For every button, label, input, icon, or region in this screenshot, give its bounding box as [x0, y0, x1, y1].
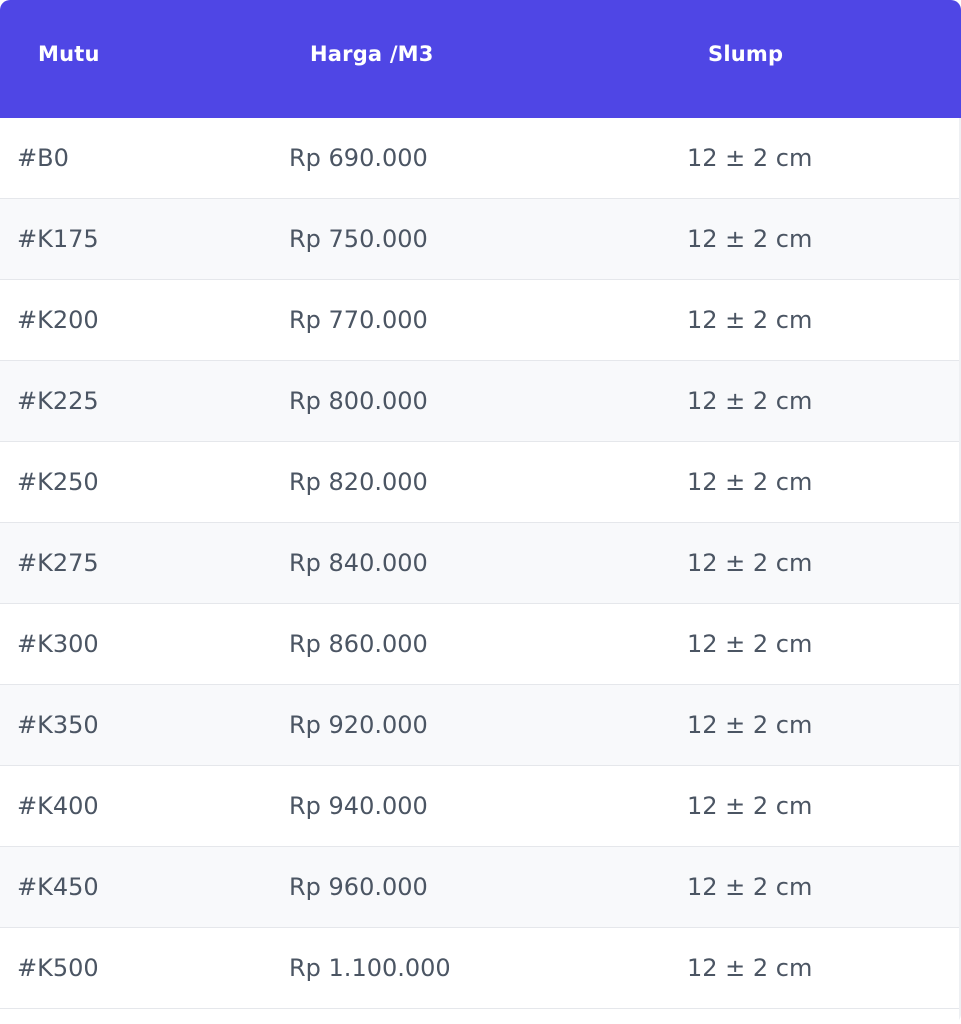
cell-mutu: #K400	[17, 792, 99, 820]
table-row: #K450 Rp 960.000 12 ± 2 cm	[0, 847, 961, 928]
table-row: #K500 Rp 1.100.000 12 ± 2 cm	[0, 928, 961, 1009]
table-row: #K350 Rp 920.000 12 ± 2 cm	[0, 685, 961, 766]
cell-slump: 12 ± 2 cm	[687, 549, 813, 577]
table-row: #K175 Rp 750.000 12 ± 2 cm	[0, 199, 961, 280]
cell-mutu: #K250	[17, 468, 99, 496]
cell-slump: 12 ± 2 cm	[687, 387, 813, 415]
cell-harga: Rp 770.000	[289, 306, 428, 334]
cell-slump: 12 ± 2 cm	[687, 306, 813, 334]
cell-mutu: #K500	[17, 954, 99, 982]
cell-mutu: #K350	[17, 711, 99, 739]
table-header: Mutu Harga /M3 Slump	[0, 0, 961, 118]
cell-mutu: #K225	[17, 387, 99, 415]
cell-harga: Rp 1.100.000	[289, 954, 451, 982]
table-row: #K200 Rp 770.000 12 ± 2 cm	[0, 280, 961, 361]
cell-mutu: #K175	[17, 225, 99, 253]
cell-harga: Rp 920.000	[289, 711, 428, 739]
cell-slump: 12 ± 2 cm	[687, 954, 813, 982]
cell-mutu: #K450	[17, 873, 99, 901]
cell-slump: 12 ± 2 cm	[687, 792, 813, 820]
cell-slump: 12 ± 2 cm	[687, 711, 813, 739]
cell-harga: Rp 750.000	[289, 225, 428, 253]
cell-harga: Rp 820.000	[289, 468, 428, 496]
cell-mutu: #K300	[17, 630, 99, 658]
cell-harga: Rp 940.000	[289, 792, 428, 820]
table-row: #B0 Rp 690.000 12 ± 2 cm	[0, 118, 961, 199]
cell-harga: Rp 800.000	[289, 387, 428, 415]
header-harga: Harga /M3	[310, 42, 434, 66]
cell-mutu: #K200	[17, 306, 99, 334]
cell-slump: 12 ± 2 cm	[687, 144, 813, 172]
cell-harga: Rp 690.000	[289, 144, 428, 172]
table-row: #K275 Rp 840.000 12 ± 2 cm	[0, 523, 961, 604]
header-mutu: Mutu	[38, 42, 100, 66]
cell-slump: 12 ± 2 cm	[687, 630, 813, 658]
table-row: #K250 Rp 820.000 12 ± 2 cm	[0, 442, 961, 523]
cell-mutu: #K275	[17, 549, 99, 577]
table-row: #K400 Rp 940.000 12 ± 2 cm	[0, 766, 961, 847]
header-slump: Slump	[708, 42, 784, 66]
cell-slump: 12 ± 2 cm	[687, 468, 813, 496]
cell-slump: 12 ± 2 cm	[687, 873, 813, 901]
cell-harga: Rp 840.000	[289, 549, 428, 577]
cell-harga: Rp 960.000	[289, 873, 428, 901]
table-row: #K225 Rp 800.000 12 ± 2 cm	[0, 361, 961, 442]
price-table: Mutu Harga /M3 Slump #B0 Rp 690.000 12 ±…	[0, 0, 961, 1024]
cell-mutu: #B0	[17, 144, 69, 172]
cell-slump: 12 ± 2 cm	[687, 225, 813, 253]
cell-harga: Rp 860.000	[289, 630, 428, 658]
table-row: #K300 Rp 860.000 12 ± 2 cm	[0, 604, 961, 685]
